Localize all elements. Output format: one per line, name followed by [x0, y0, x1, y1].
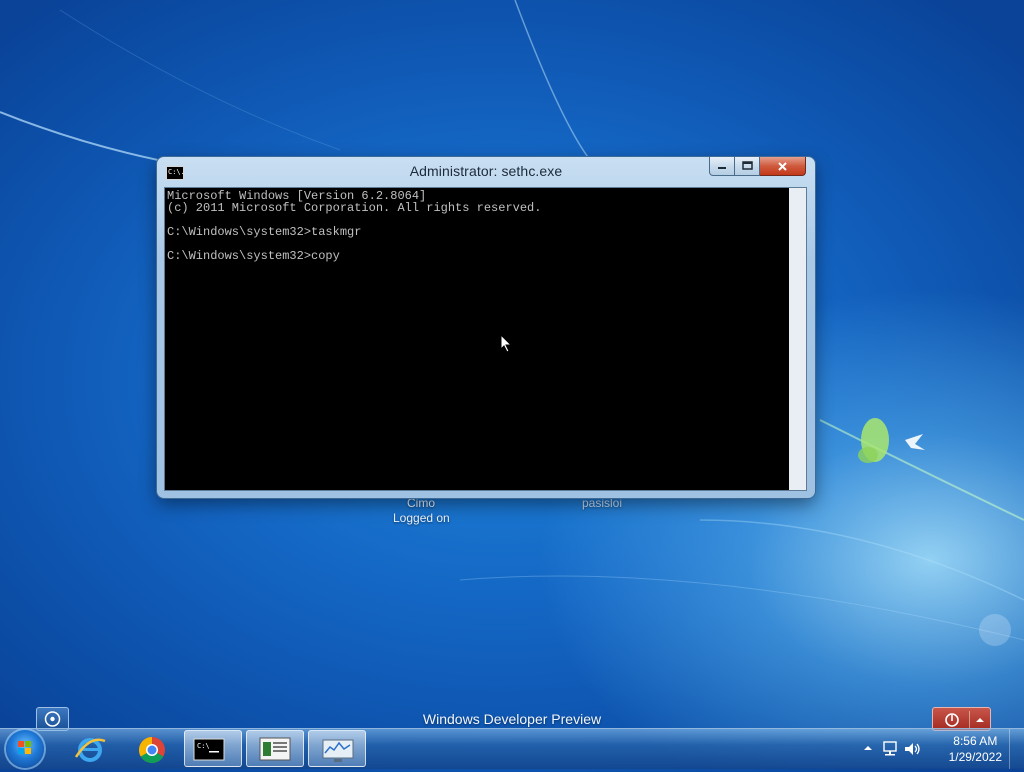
console-line: (c) 2011 Microsoft Corporation. All righ… — [167, 201, 542, 215]
document-icon — [259, 737, 291, 761]
show-hidden-icons-chevron-icon[interactable] — [863, 743, 873, 753]
minimize-button[interactable] — [709, 157, 735, 176]
power-icon — [945, 713, 959, 727]
user1-status: Logged on — [393, 511, 450, 525]
maximize-button[interactable] — [735, 157, 760, 176]
volume-icon[interactable] — [903, 740, 921, 758]
user2-name: pasisloi — [582, 496, 623, 510]
taskbar-item-performance-monitor[interactable] — [308, 730, 366, 767]
performance-monitor-icon — [322, 739, 354, 762]
console-window[interactable]: C:\. Administrator: sethc.exe Microsoft … — [157, 157, 815, 498]
taskbar-item-command-prompt[interactable]: C:\ — [184, 730, 242, 767]
chrome-icon — [138, 736, 165, 764]
taskbar: C:\ 8:56 AM 1/29/2022 — [0, 728, 1024, 769]
developer-preview-watermark: Windows Developer Preview — [422, 711, 602, 727]
user1-name: Cimo — [407, 496, 436, 510]
close-icon — [778, 161, 787, 171]
clock-date: 1/29/2022 — [948, 750, 1002, 764]
svg-text:C:\: C:\ — [197, 742, 210, 750]
console-line: C:\Windows\system32>taskmgr — [167, 225, 362, 239]
close-button[interactable] — [760, 157, 806, 176]
console-output[interactable]: Microsoft Windows [Version 6.2.8064] (c)… — [164, 187, 807, 491]
system-clock[interactable]: 8:56 AM 1/29/2022 — [949, 733, 1002, 765]
ease-of-access-icon — [44, 711, 61, 727]
clock-time: 8:56 AM — [953, 734, 998, 748]
vertical-scrollbar[interactable] — [789, 188, 806, 490]
mouse-cursor-icon — [500, 334, 513, 353]
internet-explorer-icon — [74, 738, 106, 762]
caption-buttons — [709, 157, 806, 176]
notification-area: 8:56 AM 1/29/2022 — [859, 729, 1024, 769]
taskbar-item-chrome[interactable] — [122, 730, 180, 767]
power-separator — [969, 711, 970, 728]
start-button[interactable] — [6, 730, 44, 768]
title-bar[interactable]: C:\. Administrator: sethc.exe — [157, 157, 815, 187]
command-prompt-icon: C:\ — [193, 738, 225, 761]
minimize-icon — [718, 167, 726, 169]
network-icon[interactable] — [881, 740, 899, 758]
console-line: C:\Windows\system32>copy — [167, 249, 340, 263]
show-desktop-button[interactable] — [1009, 729, 1024, 769]
taskbar-item-internet-explorer[interactable] — [60, 730, 118, 767]
maximize-icon — [741, 161, 753, 170]
taskbar-item-document[interactable] — [246, 730, 304, 767]
windows-logo-icon — [18, 741, 31, 754]
chevron-up-icon[interactable] — [973, 714, 987, 726]
